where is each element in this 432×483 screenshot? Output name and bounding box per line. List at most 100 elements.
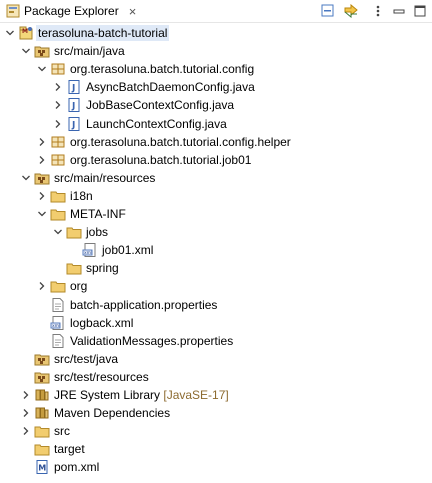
package-icon bbox=[50, 61, 66, 77]
chevron-right-icon[interactable] bbox=[36, 151, 48, 169]
folder-icon bbox=[66, 224, 82, 240]
tree-item[interactable]: org.terasoluna.batch.tutorial.config.hel… bbox=[0, 133, 432, 151]
tree-item[interactable]: src/test/resources bbox=[0, 368, 432, 386]
maven-pom-icon: M bbox=[34, 459, 50, 475]
tree-item[interactable]: Maven Dependencies bbox=[0, 404, 432, 422]
java-file-icon: J bbox=[66, 97, 82, 113]
svg-text:J: J bbox=[71, 102, 75, 112]
package-icon bbox=[50, 134, 66, 150]
source-folder-icon bbox=[34, 351, 50, 367]
tree-item[interactable]: Mterasoluna-batch-tutorial bbox=[0, 24, 432, 42]
tree-item[interactable]: org bbox=[0, 277, 432, 295]
tree-item-label: jobs bbox=[86, 225, 109, 240]
tree-item[interactable]: batch-application.properties bbox=[0, 296, 432, 314]
package-icon bbox=[50, 152, 66, 168]
tree-item-label: ValidationMessages.properties bbox=[70, 333, 234, 348]
chevron-down-icon[interactable] bbox=[52, 223, 64, 241]
tree-item[interactable]: target bbox=[0, 440, 432, 458]
chevron-right-icon[interactable] bbox=[52, 78, 64, 96]
tree-item-label: logback.xml bbox=[70, 315, 134, 330]
tree-item[interactable]: src/main/java bbox=[0, 42, 432, 60]
folder-icon bbox=[34, 441, 50, 457]
tree-item[interactable]: ValidationMessages.properties bbox=[0, 332, 432, 350]
tree-item-label: target bbox=[54, 442, 85, 457]
folder-icon bbox=[34, 423, 50, 439]
folder-icon bbox=[50, 206, 66, 222]
library-icon bbox=[34, 405, 50, 421]
chevron-right-icon[interactable] bbox=[36, 133, 48, 151]
svg-text:xml: xml bbox=[84, 250, 92, 256]
chevron-down-icon[interactable] bbox=[4, 24, 16, 42]
chevron-down-icon[interactable] bbox=[36, 205, 48, 223]
tree-item[interactable]: src/test/java bbox=[0, 350, 432, 368]
tree-item[interactable]: org.terasoluna.batch.tutorial.config bbox=[0, 60, 432, 78]
chevron-right-icon[interactable] bbox=[36, 277, 48, 295]
tree-item-label: src/main/resources bbox=[54, 170, 156, 185]
file-icon bbox=[50, 333, 66, 349]
view-title-bar: Package Explorer × bbox=[0, 0, 432, 23]
tree-item[interactable]: spring bbox=[0, 259, 432, 277]
chevron-right-icon[interactable] bbox=[20, 386, 32, 404]
tree-item-label: terasoluna-batch-tutorial bbox=[36, 25, 170, 41]
tree-item[interactable]: xml job01.xml bbox=[0, 241, 432, 259]
tree-item-label: JRE System Library [JavaSE-17] bbox=[54, 388, 229, 402]
tree-item[interactable]: org.terasoluna.batch.tutorial.job01 bbox=[0, 151, 432, 169]
maven-project-icon: M bbox=[18, 25, 34, 41]
java-file-icon: J bbox=[66, 116, 82, 132]
xml-file-icon: xml bbox=[50, 315, 66, 331]
tree-item-label: JobBaseContextConfig.java bbox=[86, 98, 235, 113]
tree-item-label: LaunchContextConfig.java bbox=[86, 116, 227, 131]
folder-icon bbox=[50, 278, 66, 294]
tree-item[interactable]: JRE System Library [JavaSE-17] bbox=[0, 386, 432, 404]
svg-text:M: M bbox=[22, 28, 28, 35]
chevron-right-icon[interactable] bbox=[52, 115, 64, 133]
chevron-down-icon[interactable] bbox=[20, 42, 32, 60]
view-title: Package Explorer bbox=[24, 4, 119, 18]
chevron-down-icon[interactable] bbox=[20, 169, 32, 187]
tree-item-label: org.terasoluna.batch.tutorial.config bbox=[70, 62, 255, 77]
tree-item[interactable]: jobs bbox=[0, 223, 432, 241]
maximize-icon[interactable] bbox=[412, 3, 428, 19]
xml-file-icon: xml bbox=[82, 242, 98, 258]
close-icon[interactable]: × bbox=[129, 5, 137, 18]
chevron-down-icon[interactable] bbox=[36, 60, 48, 78]
folder-icon bbox=[66, 260, 82, 276]
tree-item-label: src bbox=[54, 424, 70, 439]
folder-icon bbox=[50, 188, 66, 204]
file-icon bbox=[50, 297, 66, 313]
minimize-icon[interactable] bbox=[391, 3, 407, 19]
tree-item[interactable]: J LaunchContextConfig.java bbox=[0, 115, 432, 133]
tree-item[interactable]: i18n bbox=[0, 187, 432, 205]
chevron-right-icon[interactable] bbox=[36, 187, 48, 205]
chevron-right-icon[interactable] bbox=[20, 404, 32, 422]
tree-item[interactable]: META-INF bbox=[0, 205, 432, 223]
tree-item[interactable]: xml logback.xml bbox=[0, 314, 432, 332]
package-explorer-icon bbox=[6, 4, 20, 18]
chevron-right-icon[interactable] bbox=[52, 96, 64, 114]
link-with-editor-icon[interactable] bbox=[343, 3, 359, 19]
svg-text:xml: xml bbox=[52, 323, 60, 329]
view-menu-icon[interactable] bbox=[370, 3, 386, 19]
collapse-all-icon[interactable] bbox=[320, 3, 336, 19]
tree-item[interactable]: J JobBaseContextConfig.java bbox=[0, 96, 432, 114]
tree-item-label: Maven Dependencies bbox=[54, 406, 171, 421]
tree-item-label: src/test/java bbox=[54, 351, 119, 366]
source-folder-icon bbox=[34, 170, 50, 186]
source-folder-icon bbox=[34, 369, 50, 385]
tree-item-label: org.terasoluna.batch.tutorial.job01 bbox=[70, 152, 252, 167]
library-icon bbox=[34, 387, 50, 403]
java-file-icon: J bbox=[66, 79, 82, 95]
tree-item[interactable]: Mpom.xml bbox=[0, 458, 432, 476]
source-folder-icon bbox=[34, 43, 50, 59]
tree-item[interactable]: src/main/resources bbox=[0, 169, 432, 187]
tree-item-label: pom.xml bbox=[54, 460, 100, 475]
chevron-right-icon[interactable] bbox=[20, 422, 32, 440]
tree-item-label: batch-application.properties bbox=[70, 297, 218, 312]
tree-item-decoration: [JavaSE-17] bbox=[160, 388, 229, 402]
tree-item-label: src/test/resources bbox=[54, 369, 149, 384]
tree-item-label: spring bbox=[86, 261, 119, 276]
tree-item[interactable]: src bbox=[0, 422, 432, 440]
tree-item[interactable]: J AsyncBatchDaemonConfig.java bbox=[0, 78, 432, 96]
svg-text:M: M bbox=[38, 464, 46, 473]
tab-package-explorer[interactable]: Package Explorer × bbox=[0, 0, 145, 22]
